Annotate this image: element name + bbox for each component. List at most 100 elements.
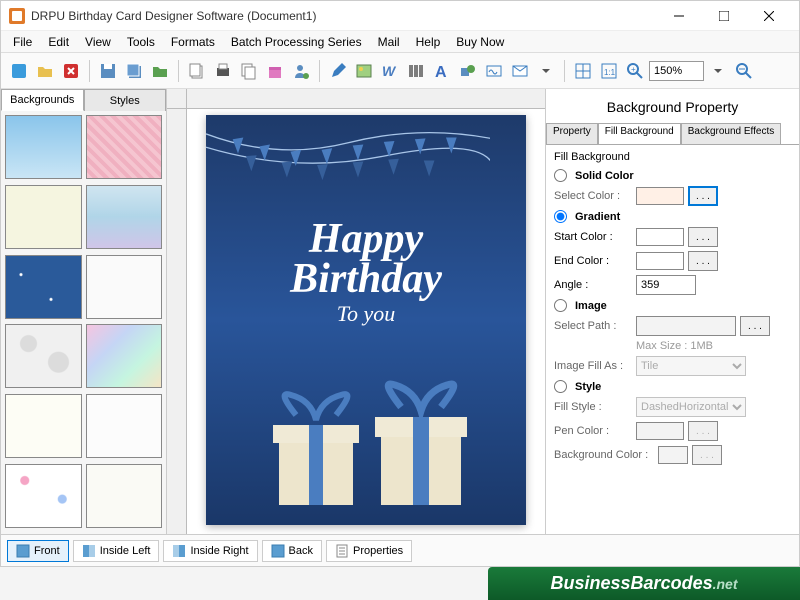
page-back[interactable]: Back	[262, 540, 322, 562]
max-size-label: Max Size : 1MB	[636, 340, 713, 352]
menu-mail[interactable]: Mail	[370, 33, 408, 51]
angle-input[interactable]	[636, 275, 696, 295]
page-front[interactable]: Front	[7, 540, 69, 562]
barcode-icon[interactable]	[404, 59, 428, 83]
mail-icon[interactable]	[508, 59, 532, 83]
bg-thumb[interactable]	[5, 464, 82, 528]
menu-file[interactable]: File	[5, 33, 40, 51]
zoom-out-icon[interactable]	[732, 59, 756, 83]
gradient-radio[interactable]	[554, 210, 567, 223]
browse-button[interactable]: . . .	[740, 316, 770, 336]
tab-styles[interactable]: Styles	[84, 89, 167, 111]
page-inside-left[interactable]: Inside Left	[73, 540, 160, 562]
bg-color-swatch	[658, 446, 688, 464]
maximize-button[interactable]	[701, 1, 746, 31]
save-all-icon[interactable]	[122, 59, 146, 83]
tab-property[interactable]: Property	[546, 123, 598, 144]
ruler-corner	[167, 89, 187, 109]
text-icon[interactable]: A	[430, 59, 454, 83]
bg-thumb[interactable]	[5, 324, 82, 388]
window-title: DRPU Birthday Card Designer Software (Do…	[31, 9, 656, 23]
bg-thumb[interactable]	[86, 115, 163, 179]
backgrounds-grid	[1, 111, 166, 534]
footer-text-a: BusinessBarcodes	[551, 573, 713, 594]
open-icon[interactable]	[33, 59, 57, 83]
menu-buy[interactable]: Buy Now	[448, 33, 512, 51]
zoom-input[interactable]	[649, 61, 704, 81]
select-color-label: Select Color :	[554, 190, 632, 202]
add-user-icon[interactable]	[289, 59, 313, 83]
new-icon[interactable]	[7, 59, 31, 83]
solid-color-swatch[interactable]	[636, 187, 684, 205]
gift-box-icon	[361, 375, 481, 515]
delete-icon[interactable]	[59, 59, 83, 83]
bg-thumb[interactable]	[5, 115, 82, 179]
dropdown-icon[interactable]	[534, 59, 558, 83]
pen-icon[interactable]	[326, 59, 350, 83]
image-radio[interactable]	[554, 299, 567, 312]
start-color-label: Start Color :	[554, 231, 632, 243]
tab-backgrounds[interactable]: Backgrounds	[1, 89, 84, 111]
zoom-dropdown-icon[interactable]	[706, 59, 730, 83]
actual-size-icon[interactable]: 1:1	[597, 59, 621, 83]
end-color-button[interactable]: . . .	[688, 251, 718, 271]
bg-thumb[interactable]	[86, 394, 163, 458]
ruler-horizontal	[187, 89, 545, 109]
menu-edit[interactable]: Edit	[40, 33, 77, 51]
fill-as-label: Image Fill As :	[554, 360, 632, 372]
page-icon	[271, 544, 285, 558]
wordart-icon[interactable]: W	[378, 59, 402, 83]
page-icon	[16, 544, 30, 558]
path-input	[636, 316, 736, 336]
menu-batch[interactable]: Batch Processing Series	[223, 33, 370, 51]
print-icon[interactable]	[211, 59, 235, 83]
card-canvas[interactable]: Happy Birthday To you	[206, 115, 526, 525]
property-panel: Background Property Property Fill Backgr…	[545, 89, 799, 534]
image-label: Image	[575, 300, 607, 312]
start-color-button[interactable]: . . .	[688, 227, 718, 247]
bg-thumb[interactable]	[5, 185, 82, 249]
zoom-in-icon[interactable]: +	[623, 59, 647, 83]
save-icon[interactable]	[96, 59, 120, 83]
bg-thumb[interactable]	[86, 324, 163, 388]
menu-formats[interactable]: Formats	[163, 33, 223, 51]
signature-icon[interactable]	[482, 59, 506, 83]
end-color-swatch[interactable]	[636, 252, 684, 270]
page-properties[interactable]: Properties	[326, 540, 412, 562]
titlebar: DRPU Birthday Card Designer Software (Do…	[1, 1, 799, 31]
page-icon	[172, 544, 186, 558]
bg-thumb[interactable]	[86, 255, 163, 319]
solid-color-button[interactable]: . . .	[688, 186, 718, 206]
svg-text:W: W	[382, 63, 397, 79]
tab-fill-background[interactable]: Fill Background	[598, 123, 681, 144]
property-title: Background Property	[546, 89, 799, 123]
grid-icon[interactable]	[571, 59, 595, 83]
menu-view[interactable]: View	[77, 33, 119, 51]
copy-icon[interactable]	[185, 59, 209, 83]
gift-box-icon	[261, 385, 371, 515]
solid-radio[interactable]	[554, 169, 567, 182]
bg-thumb[interactable]	[5, 394, 82, 458]
export-icon[interactable]	[148, 59, 172, 83]
bg-thumb[interactable]	[86, 464, 163, 528]
bg-color-button: . . .	[692, 445, 722, 465]
bunting-decoration	[206, 125, 490, 205]
image-icon[interactable]	[352, 59, 376, 83]
svg-text:+: +	[631, 65, 636, 74]
style-radio[interactable]	[554, 380, 567, 393]
menu-help[interactable]: Help	[408, 33, 449, 51]
bg-thumb[interactable]	[86, 185, 163, 249]
pen-color-swatch	[636, 422, 684, 440]
card-line2: Birthday	[206, 255, 526, 303]
start-color-swatch[interactable]	[636, 228, 684, 246]
print-preview-icon[interactable]	[237, 59, 261, 83]
page-inside-right[interactable]: Inside Right	[163, 540, 257, 562]
bg-thumb[interactable]	[5, 255, 82, 319]
shape-icon[interactable]	[456, 59, 480, 83]
minimize-button[interactable]	[656, 1, 701, 31]
tab-background-effects[interactable]: Background Effects	[681, 123, 782, 144]
page-tabs: Front Inside Left Inside Right Back Prop…	[1, 534, 799, 566]
menu-tools[interactable]: Tools	[119, 33, 163, 51]
gift-icon[interactable]	[263, 59, 287, 83]
close-button[interactable]	[746, 1, 791, 31]
